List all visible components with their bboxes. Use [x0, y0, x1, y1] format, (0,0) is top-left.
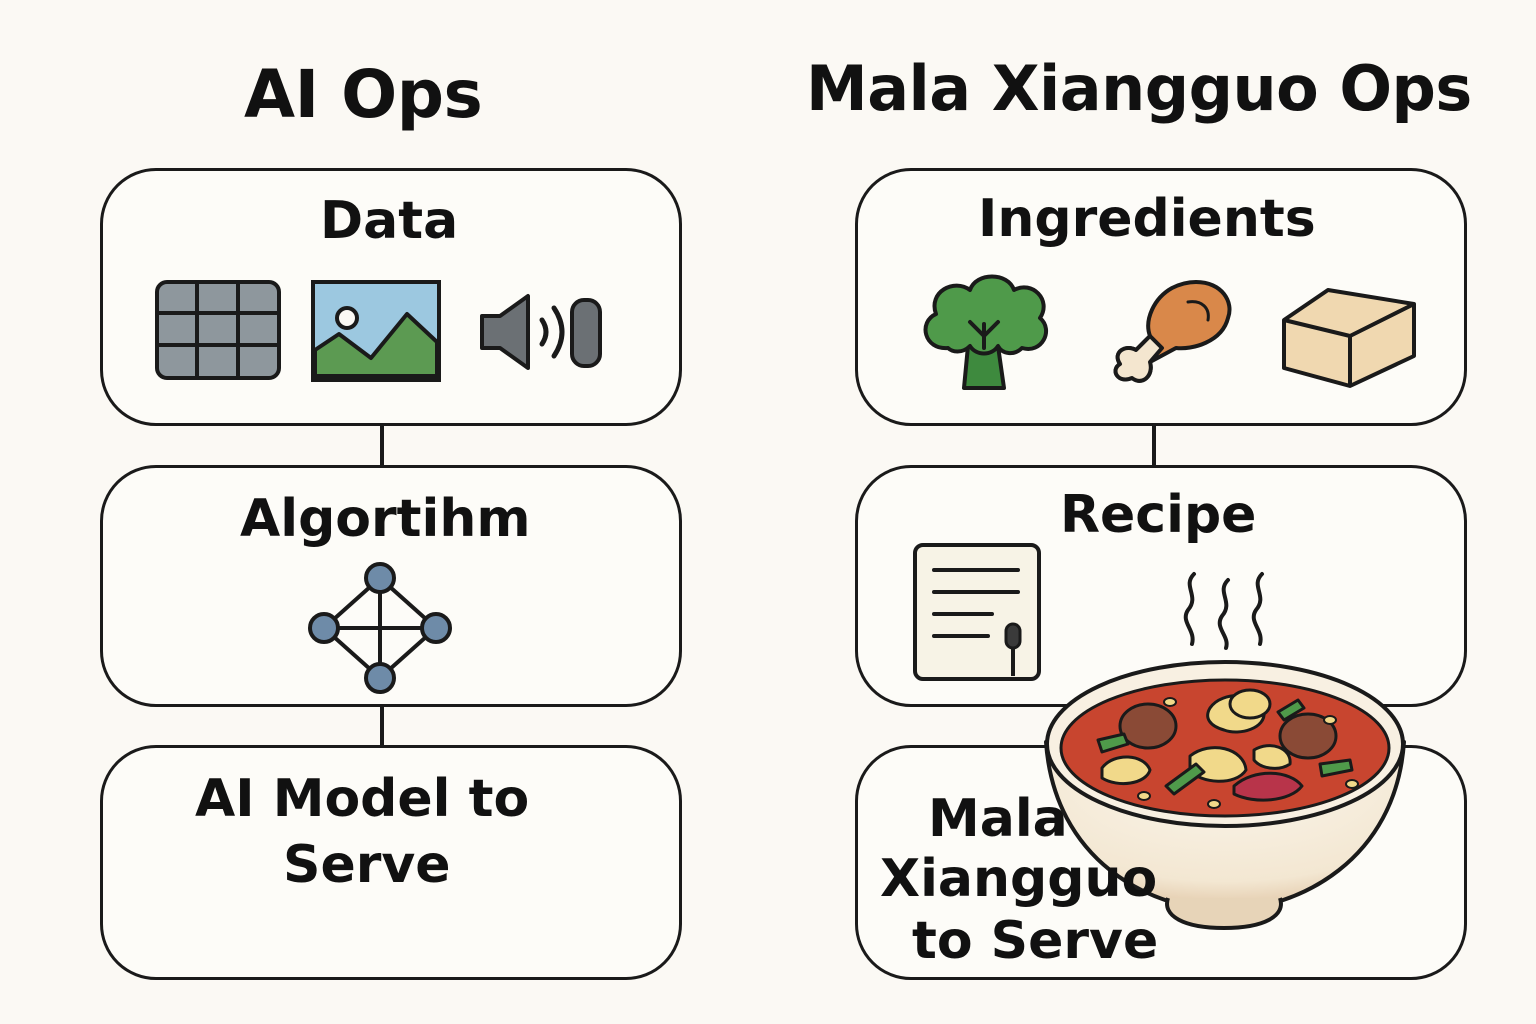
- algorithm-label: Algortihm: [240, 489, 531, 549]
- data-label: Data: [320, 191, 459, 251]
- broccoli-icon: [923, 274, 1048, 390]
- audio-icon: [480, 294, 602, 370]
- recipe-label: Recipe: [1060, 485, 1257, 545]
- ingredients-label: Ingredients: [978, 189, 1316, 249]
- serve-label-line2: Xiangguo: [880, 849, 1158, 909]
- steam-icon: [1183, 572, 1264, 650]
- tofu-icon: [1282, 288, 1416, 388]
- serve-label-line1: Mala: [928, 789, 1068, 849]
- network-graph-icon: [308, 562, 452, 694]
- left-column-title: AI Ops: [244, 56, 483, 133]
- model-label-line1: AI Model to: [195, 769, 530, 829]
- table-icon: [155, 280, 281, 380]
- connector-data-algorithm: [380, 426, 384, 466]
- model-label-line2: Serve: [283, 835, 451, 895]
- connector-ingredients-recipe: [1152, 426, 1156, 466]
- right-column-title: Mala Xiangguo Ops: [806, 52, 1472, 125]
- chicken-leg-icon: [1113, 280, 1232, 383]
- image-icon: [311, 280, 441, 382]
- serve-label-line3: to Serve: [912, 911, 1159, 971]
- connector-algorithm-model: [380, 707, 384, 746]
- recipe-document-icon: [913, 543, 1041, 681]
